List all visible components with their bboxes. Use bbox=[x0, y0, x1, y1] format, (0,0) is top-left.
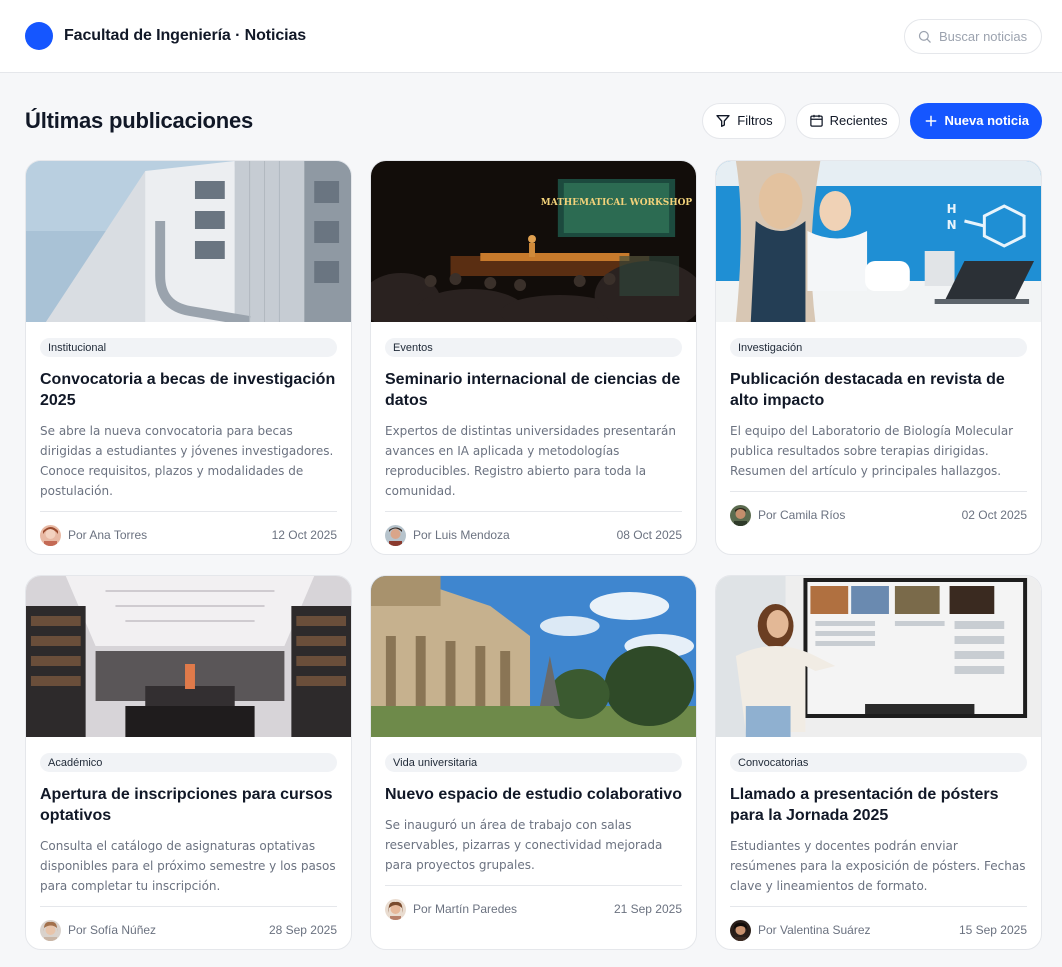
card-footer: Por Ana Torres 12 Oct 2025 bbox=[40, 511, 337, 549]
card-body: Institucional Convocatoria a becas de in… bbox=[26, 322, 351, 554]
avatar bbox=[385, 898, 406, 920]
card-image-campus bbox=[371, 576, 696, 737]
recent-label: Recientes bbox=[829, 113, 888, 128]
slide-text: MATHEMATICAL WORKSHOP bbox=[541, 198, 693, 208]
card-description: Estudiantes y docentes podrán enviar res… bbox=[730, 839, 1026, 893]
avatar bbox=[40, 919, 61, 941]
calendar-icon bbox=[809, 114, 823, 127]
publish-date: 08 Oct 2025 bbox=[616, 528, 682, 542]
card-body: Investigación Publicación destacada en r… bbox=[716, 322, 1041, 554]
publish-date: 02 Oct 2025 bbox=[961, 508, 1027, 522]
filter-icon bbox=[716, 114, 730, 127]
filters-button[interactable]: Filtros bbox=[702, 102, 786, 139]
brand[interactable]: Facultad de Ingeniería · Noticias bbox=[25, 22, 306, 50]
author: Por Luis Mendoza bbox=[385, 524, 510, 546]
card-footer: Por Camila Ríos 02 Oct 2025 bbox=[730, 491, 1027, 529]
filters-label: Filtros bbox=[737, 113, 773, 128]
card-image-library bbox=[26, 576, 351, 737]
search-box[interactable] bbox=[904, 18, 1042, 54]
author: Por Valentina Suárez bbox=[730, 919, 871, 941]
search-icon bbox=[918, 30, 931, 43]
avatar bbox=[730, 919, 751, 941]
toolbar: Últimas publicaciones Filtros Recientes … bbox=[25, 102, 1042, 139]
card-body: Vida universitaria Nuevo espacio de estu… bbox=[371, 737, 696, 949]
news-card[interactable]: MATHEMATICAL WORKSHOP Eventos Seminario … bbox=[370, 160, 697, 555]
search-input[interactable] bbox=[939, 28, 1029, 44]
category-tag: Institucional bbox=[40, 338, 337, 357]
card-title[interactable]: Llamado a presentación de pósters para l… bbox=[730, 784, 1027, 826]
author-name: Por Luis Mendoza bbox=[413, 528, 510, 542]
card-title[interactable]: Publicación destacada en revista de alto… bbox=[730, 369, 1027, 411]
avatar bbox=[385, 524, 406, 546]
card-title[interactable]: Convocatoria a becas de investigación 20… bbox=[40, 369, 337, 411]
news-card[interactable]: Convocatorias Llamado a presentación de … bbox=[715, 575, 1042, 950]
card-title[interactable]: Nuevo espacio de estudio colaborativo bbox=[385, 784, 682, 805]
news-card[interactable]: N H Investigación Publicación destacada … bbox=[715, 160, 1042, 555]
news-grid: Institucional Convocatoria a becas de in… bbox=[25, 160, 1042, 950]
card-description: Expertos de distintas universidades pres… bbox=[385, 424, 676, 498]
author-name: Por Valentina Suárez bbox=[758, 923, 871, 937]
card-description: Consulta el catálogo de asignaturas opta… bbox=[40, 839, 336, 893]
page-title: Últimas publicaciones bbox=[25, 107, 254, 133]
publish-date: 21 Sep 2025 bbox=[613, 902, 682, 916]
card-image-building bbox=[26, 161, 351, 322]
news-card[interactable]: Institucional Convocatoria a becas de in… bbox=[25, 160, 352, 555]
new-post-label: Nueva noticia bbox=[944, 113, 1029, 128]
card-title[interactable]: Apertura de inscripciones para cursos op… bbox=[40, 784, 337, 826]
news-card[interactable]: Vida universitaria Nuevo espacio de estu… bbox=[370, 575, 697, 950]
author-name: Por Camila Ríos bbox=[758, 508, 846, 522]
card-body: Eventos Seminario internacional de cienc… bbox=[371, 322, 696, 554]
author: Por Camila Ríos bbox=[730, 504, 846, 526]
card-image-poster-screen bbox=[716, 576, 1041, 737]
news-card[interactable]: Académico Apertura de inscripciones para… bbox=[25, 575, 352, 950]
new-post-button[interactable]: Nueva noticia bbox=[910, 102, 1042, 139]
toolbar-actions: Filtros Recientes Nueva noticia bbox=[702, 102, 1042, 139]
publish-date: 12 Oct 2025 bbox=[271, 528, 337, 542]
card-body: Convocatorias Llamado a presentación de … bbox=[716, 737, 1041, 949]
top-bar: Facultad de Ingeniería · Noticias bbox=[0, 0, 1062, 73]
author-name: Por Sofía Núñez bbox=[68, 923, 157, 937]
publish-date: 15 Sep 2025 bbox=[958, 923, 1027, 937]
brand-logo bbox=[25, 22, 53, 50]
avatar bbox=[40, 524, 61, 546]
card-image-auditorium: MATHEMATICAL WORKSHOP bbox=[371, 161, 696, 322]
card-footer: Por Valentina Suárez 15 Sep 2025 bbox=[730, 906, 1027, 944]
avatar bbox=[730, 504, 751, 526]
card-footer: Por Martín Paredes 21 Sep 2025 bbox=[385, 885, 682, 923]
publish-date: 28 Sep 2025 bbox=[268, 923, 337, 937]
card-image-lab: N H bbox=[716, 161, 1041, 322]
category-tag: Eventos bbox=[385, 338, 682, 357]
card-footer: Por Luis Mendoza 08 Oct 2025 bbox=[385, 511, 682, 549]
author-name: Por Martín Paredes bbox=[413, 902, 518, 916]
author-name: Por Ana Torres bbox=[68, 528, 148, 542]
card-description: Se abre la nueva convocatoria para becas… bbox=[40, 424, 334, 498]
card-body: Académico Apertura de inscripciones para… bbox=[26, 737, 351, 949]
recent-button[interactable]: Recientes bbox=[795, 102, 901, 139]
plus-icon bbox=[926, 115, 937, 126]
svg-text:N: N bbox=[947, 218, 957, 232]
card-description: El equipo del Laboratorio de Biología Mo… bbox=[730, 424, 1014, 478]
category-tag: Investigación bbox=[730, 338, 1027, 357]
author: Por Ana Torres bbox=[40, 524, 148, 546]
svg-text:H: H bbox=[947, 202, 957, 216]
card-footer: Por Sofía Núñez 28 Sep 2025 bbox=[40, 906, 337, 944]
category-tag: Vida universitaria bbox=[385, 753, 682, 772]
card-title[interactable]: Seminario internacional de ciencias de d… bbox=[385, 369, 682, 411]
site-title: Facultad de Ingeniería · Noticias bbox=[64, 27, 307, 44]
category-tag: Convocatorias bbox=[730, 753, 1027, 772]
card-description: Se inauguró un área de trabajo con salas… bbox=[385, 818, 663, 872]
author: Por Sofía Núñez bbox=[40, 919, 157, 941]
author: Por Martín Paredes bbox=[385, 898, 518, 920]
category-tag: Académico bbox=[40, 753, 337, 772]
